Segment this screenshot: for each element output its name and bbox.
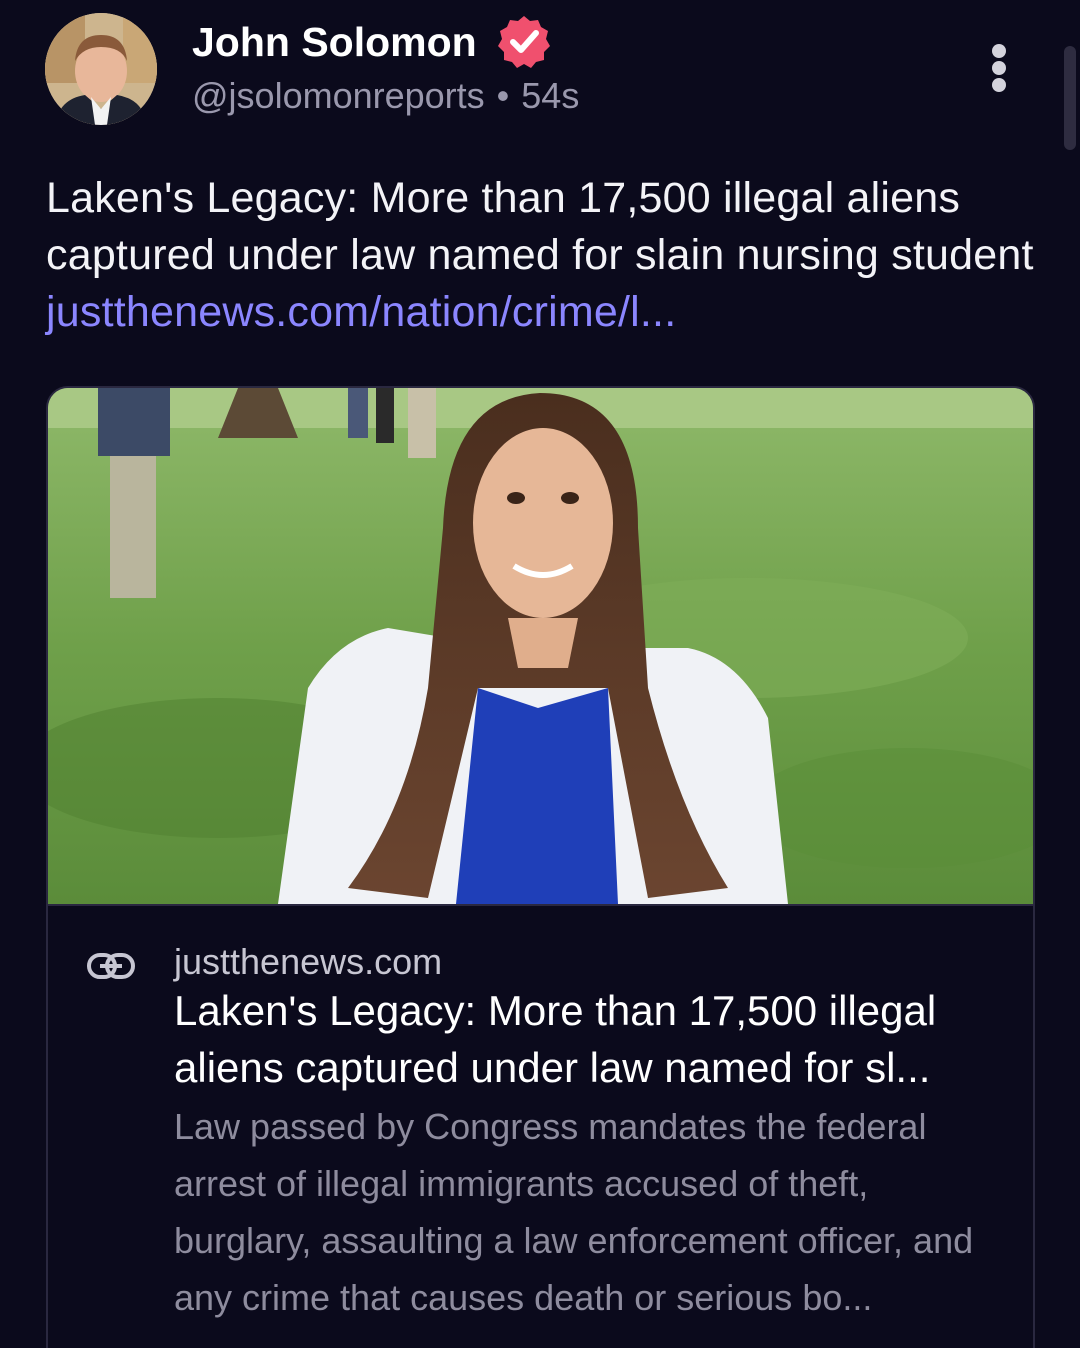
post-link[interactable]: justthenews.com/nation/crime/l... (46, 288, 676, 336)
post-text: Laken's Legacy: More than 17,500 illegal… (46, 174, 1034, 279)
handle-line: @jsolomonreports • 54s (192, 73, 579, 119)
card-title[interactable]: Laken's Legacy: More than 17,500 illegal… (174, 982, 1004, 1096)
avatar[interactable] (45, 13, 157, 125)
more-options-icon[interactable] (978, 40, 1022, 96)
article-photo[interactable] (48, 388, 1033, 904)
timestamp[interactable]: 54s (521, 75, 579, 116)
handle[interactable]: @jsolomonreports (192, 75, 485, 116)
separator-dot: • (496, 75, 510, 116)
post-screen: John Solomon @jsolomonreports • 54s Laken'… (0, 0, 1080, 1348)
link-preview-card[interactable]: justthenews.com Laken's Legacy: More tha… (46, 386, 1035, 1348)
post-body: Laken's Legacy: More than 17,500 illegal… (46, 170, 1036, 341)
verified-badge-icon (496, 13, 552, 69)
display-name[interactable]: John Solomon (192, 18, 477, 66)
card-domain: justthenews.com (174, 941, 443, 982)
card-divider (48, 904, 1033, 906)
scrollbar[interactable] (1064, 46, 1076, 150)
link-icon (86, 948, 136, 984)
avatar-photo (45, 13, 157, 125)
card-description: Law passed by Congress mandates the fede… (174, 1106, 974, 1318)
